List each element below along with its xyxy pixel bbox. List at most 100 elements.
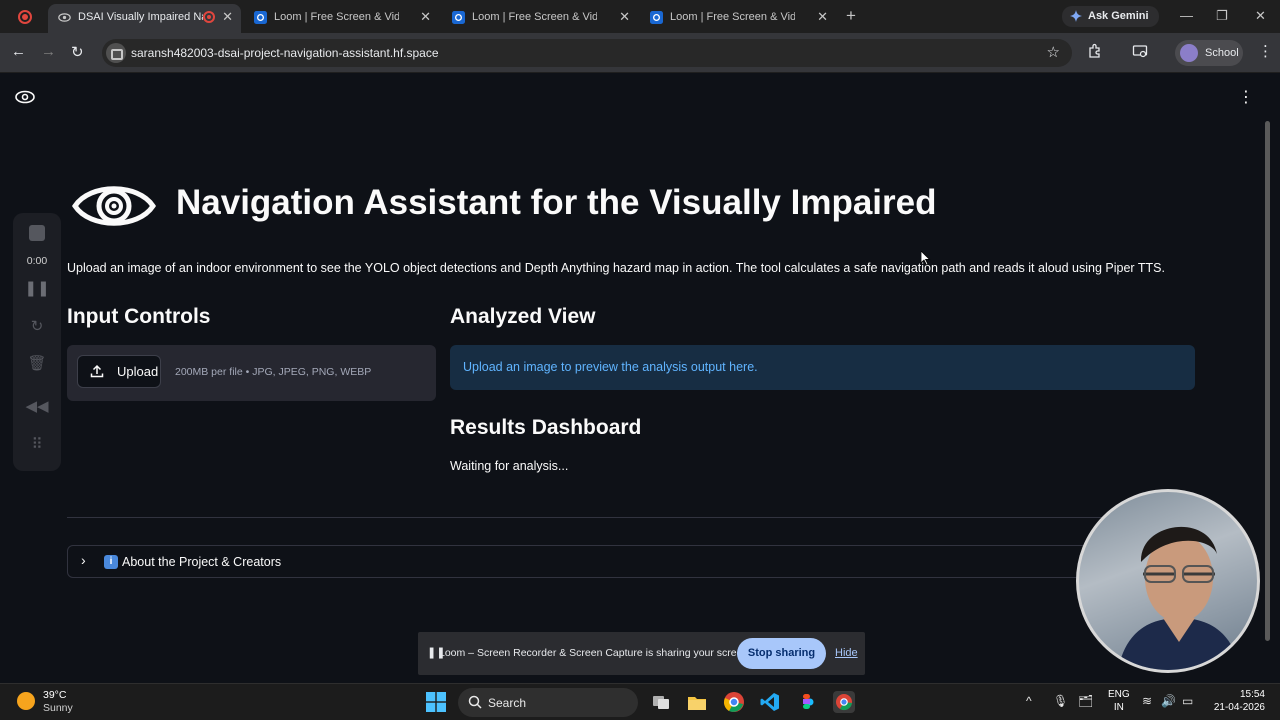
system-clock[interactable]: 15:54 21-04-2026	[1211, 688, 1265, 714]
analysis-preview-info: Upload an image to preview the analysis …	[450, 345, 1195, 390]
forward-icon[interactable]: →	[41, 43, 56, 60]
upload-label: Upload	[117, 364, 159, 379]
taskbar-search[interactable]: Search	[458, 688, 638, 717]
stop-recording-icon[interactable]	[29, 225, 45, 241]
intro-text: Upload an image of an indoor environment…	[67, 261, 1165, 275]
collapse-icon[interactable]: ◀◀	[13, 397, 61, 415]
close-icon[interactable]: ✕	[619, 4, 630, 30]
page-title: Navigation Assistant for the Visually Im…	[176, 183, 937, 222]
tab-title: Loom | Free Screen & Video Recording	[670, 11, 795, 23]
tab-title: Loom | Free Screen & Video Recording	[472, 11, 597, 23]
clock-date: 21-04-2026	[1213, 702, 1265, 713]
page-scrollbar[interactable]	[1265, 121, 1270, 641]
extensions-icon[interactable]	[1087, 43, 1103, 59]
tab-loom-3[interactable]: Loom | Free Screen & Video Recording ✕	[640, 4, 836, 33]
address-bar[interactable]: saransh482003-dsai-project-navigation-as…	[102, 39, 1072, 67]
recording-indicator-icon	[203, 11, 215, 23]
figma-icon[interactable]	[796, 691, 818, 713]
app-menu-icon[interactable]: ⋮	[1238, 87, 1254, 107]
sun-icon[interactable]	[17, 692, 35, 710]
new-tab-button[interactable]: +	[846, 6, 856, 26]
close-window-icon[interactable]: ✕	[1255, 8, 1266, 24]
close-icon[interactable]: ✕	[817, 4, 828, 30]
stop-sharing-button[interactable]: Stop sharing	[737, 638, 826, 669]
microphone-icon[interactable]: 🎙	[1053, 694, 1068, 708]
reload-icon[interactable]: ↻	[71, 43, 84, 61]
hide-link[interactable]: Hide	[835, 647, 858, 659]
site-info-icon[interactable]	[106, 43, 126, 63]
app-page: ⋮ Navigation Assistant for the Visually …	[0, 73, 1280, 683]
expander-label: About the Project & Creators	[122, 555, 282, 569]
language-code: ENG	[1108, 689, 1130, 700]
close-icon[interactable]: ✕	[420, 4, 431, 30]
tab-title: Loom | Free Screen & Video Recording	[274, 11, 399, 23]
chevron-up-icon[interactable]: ^	[1026, 694, 1032, 708]
info-text: Upload an image to preview the analysis …	[463, 360, 758, 374]
delete-icon[interactable]: 🗑	[13, 354, 61, 372]
ask-gemini-label: Ask Gemini	[1088, 10, 1149, 22]
results-status: Waiting for analysis...	[450, 459, 569, 473]
info-icon: i	[104, 555, 118, 569]
eye-icon	[15, 90, 35, 104]
search-icon	[468, 695, 482, 709]
language-indicator[interactable]: ENG IN	[1108, 688, 1130, 714]
windows-start-icon[interactable]	[426, 692, 446, 712]
input-controls-heading: Input Controls	[67, 305, 211, 328]
temperature: 39°C	[43, 689, 67, 701]
results-dashboard-heading: Results Dashboard	[450, 416, 642, 439]
webcam-person-image	[1118, 526, 1240, 670]
upload-icon	[90, 364, 104, 378]
eye-logo-icon	[72, 186, 156, 226]
mouse-cursor-icon	[921, 251, 931, 266]
chrome-profile-icon[interactable]	[833, 691, 855, 713]
profile-label: School	[1205, 47, 1239, 59]
loom-icon	[650, 11, 663, 24]
browser-toolbar: ← → ↻ saransh482003-dsai-project-navigat…	[0, 33, 1280, 73]
tab-loom-2[interactable]: Loom | Free Screen & Video Recording ✕	[442, 4, 638, 33]
recording-icon[interactable]	[18, 10, 32, 24]
webcam-bubble[interactable]	[1076, 489, 1260, 673]
loom-icon	[452, 11, 465, 24]
about-expander[interactable]: › i About the Project & Creators	[67, 545, 1195, 578]
close-icon[interactable]: ✕	[222, 4, 233, 30]
loom-recording-controls: 0:00 ❚❚ ↻ 🗑 ◀◀ ⠿	[13, 213, 61, 471]
language-region: IN	[1113, 702, 1124, 713]
url-text: saransh482003-dsai-project-navigation-as…	[131, 46, 439, 60]
divider	[67, 517, 1195, 518]
cast-icon[interactable]	[1132, 43, 1148, 59]
upload-hint: 200MB per file • JPG, JPEG, PNG, WEBP	[175, 366, 372, 378]
drag-handle-icon[interactable]: ⠿	[13, 435, 61, 453]
folder-tray-icon[interactable]: 🗂	[1078, 694, 1093, 708]
windows-taskbar: 39°C Sunny Search ^ 🎙 🗂 ENG IN ≋ 🔊 ▭ 15:…	[0, 683, 1280, 720]
loom-icon	[254, 11, 267, 24]
screen-sharing-bar: ❚❚ Loom – Screen Recorder & Screen Captu…	[418, 632, 865, 675]
volume-icon[interactable]: 🔊	[1161, 694, 1176, 708]
profile-button[interactable]: School	[1175, 40, 1243, 66]
browser-menu-icon[interactable]: ⋮	[1258, 42, 1273, 60]
file-explorer-icon[interactable]	[686, 691, 708, 713]
restart-icon[interactable]: ↻	[13, 317, 61, 335]
ask-gemini-button[interactable]: Ask Gemini	[1062, 6, 1159, 27]
file-uploader[interactable]: Upload 200MB per file • JPG, JPEG, PNG, …	[67, 345, 436, 401]
search-label: Search	[488, 696, 527, 710]
pause-icon[interactable]: ❚❚	[13, 279, 61, 297]
avatar	[1180, 44, 1198, 62]
recording-timer: 0:00	[26, 255, 48, 267]
vscode-icon[interactable]	[759, 691, 781, 713]
minimize-icon[interactable]: —	[1180, 8, 1193, 23]
restore-icon[interactable]: ❐	[1216, 8, 1228, 24]
analyzed-view-heading: Analyzed View	[450, 305, 596, 328]
chrome-icon[interactable]	[723, 691, 745, 713]
upload-button[interactable]: Upload	[77, 355, 161, 388]
gemini-icon	[1070, 10, 1082, 22]
tab-dsai-navigation[interactable]: DSAI Visually Impaired Navigation ✕	[48, 4, 241, 33]
wifi-icon[interactable]: ≋	[1142, 694, 1152, 708]
back-icon[interactable]: ←	[11, 43, 26, 60]
sharing-message: Loom – Screen Recorder & Screen Capture …	[439, 647, 752, 659]
bookmark-star-icon[interactable]: ☆	[1047, 43, 1060, 61]
chevron-right-icon: ›	[81, 552, 86, 568]
tab-title: DSAI Visually Impaired Navigation	[78, 11, 203, 23]
task-view-icon[interactable]	[650, 691, 672, 713]
battery-icon[interactable]: ▭	[1182, 694, 1193, 708]
tab-loom-1[interactable]: Loom | Free Screen & Video Recording ✕	[244, 4, 439, 33]
